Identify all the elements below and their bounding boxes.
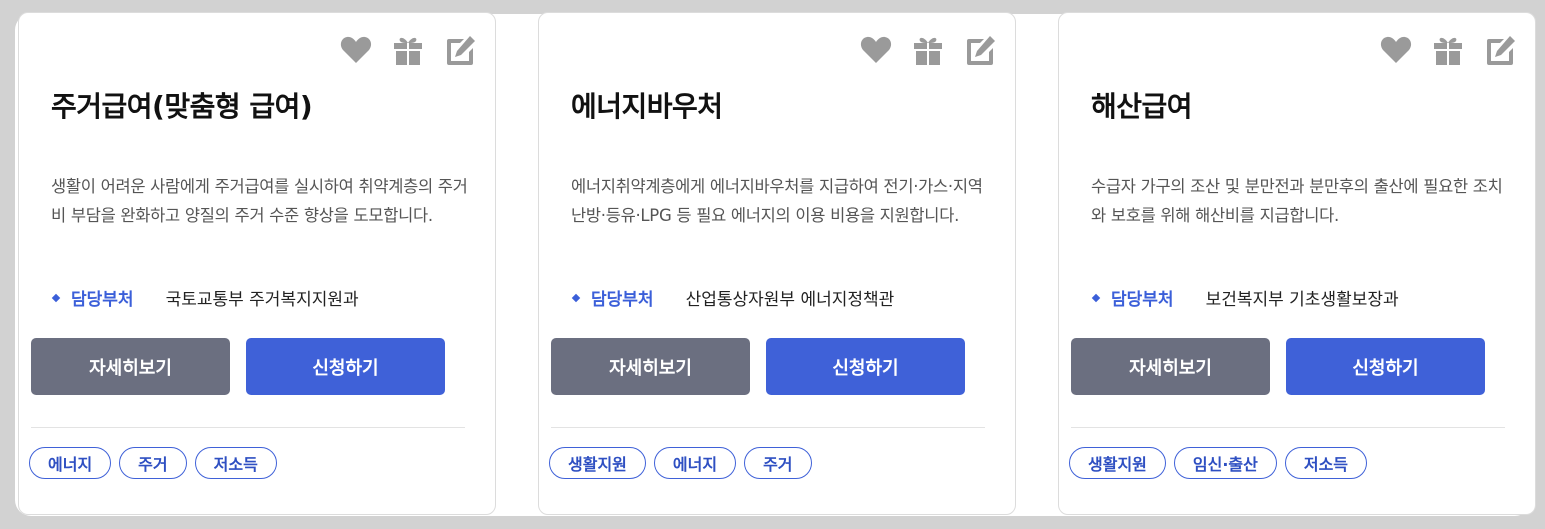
tag-chip[interactable]: 에너지: [29, 447, 112, 479]
bullet-icon: [571, 293, 581, 302]
edit-icon[interactable]: [963, 33, 997, 67]
heart-icon[interactable]: [859, 33, 893, 67]
tag-chip[interactable]: 생활지원: [549, 447, 646, 479]
card-description: 생활이 어려운 사람에게 주거급여를 실시하여 취약계층의 주거비 부담을 완화…: [51, 177, 468, 225]
benefit-card: 에너지바우처 에너지취약계층에게 에너지바우처를 지급하여 전기·가스·지역난방…: [538, 12, 1016, 515]
bullet-icon: [51, 293, 61, 302]
apply-button[interactable]: 신청하기: [766, 338, 965, 395]
card-title: 주거급여(맞춤형 급여): [51, 90, 313, 123]
department-label: 담당부처: [1111, 290, 1174, 310]
tag-list: 생활지원 임신·출산 저소득: [1069, 447, 1368, 479]
apply-button[interactable]: 신청하기: [246, 338, 445, 395]
edit-icon[interactable]: [443, 33, 477, 67]
tag-chip[interactable]: 임신·출산: [1173, 447, 1277, 479]
gift-icon[interactable]: [1431, 33, 1465, 67]
department-row: 담당부처 국토교통부 주거복지지원과: [51, 285, 359, 310]
heart-icon[interactable]: [339, 33, 373, 67]
tag-chip[interactable]: 저소득: [1284, 447, 1368, 479]
tag-chip[interactable]: 주거: [744, 447, 812, 479]
card-description: 에너지취약계층에게 에너지바우처를 지급하여 전기·가스·지역난방·등유·LPG…: [571, 177, 983, 225]
card-actions: [859, 33, 997, 67]
department-row: 담당부처 산업통상자원부 에너지정책관: [571, 285, 894, 310]
tag-list: 생활지원 에너지 주거: [549, 447, 812, 479]
department-value: 보건복지부 기초생활보장과: [1205, 290, 1399, 310]
card-title: 에너지바우처: [571, 90, 723, 123]
department-label: 담당부처: [591, 290, 654, 310]
tag-list: 에너지 주거 저소득: [29, 447, 277, 479]
bullet-icon: [1091, 293, 1101, 302]
benefit-card: 해산급여 수급자 가구의 조산 및 분만전과 분만후의 출산에 필요한 조치와 …: [1058, 12, 1536, 515]
tag-chip[interactable]: 저소득: [194, 447, 277, 479]
edit-icon[interactable]: [1483, 33, 1517, 67]
divider: [31, 427, 465, 428]
tag-chip[interactable]: 주거: [119, 447, 187, 479]
heart-icon[interactable]: [1379, 33, 1413, 67]
card-actions: [339, 33, 477, 67]
card-title: 해산급여: [1091, 90, 1193, 123]
card-description: 수급자 가구의 조산 및 분만전과 분만후의 출산에 필요한 조치와 보호를 위…: [1091, 177, 1503, 225]
view-details-button[interactable]: 자세히보기: [551, 338, 750, 395]
department-label: 담당부처: [71, 290, 134, 310]
view-details-button[interactable]: 자세히보기: [31, 338, 230, 395]
view-details-button[interactable]: 자세히보기: [1071, 338, 1270, 395]
tag-chip[interactable]: 에너지: [653, 447, 737, 479]
apply-button[interactable]: 신청하기: [1286, 338, 1485, 395]
department-row: 담당부처 보건복지부 기초생활보장과: [1091, 285, 1399, 310]
tag-chip[interactable]: 생활지원: [1069, 447, 1166, 479]
divider: [551, 427, 985, 428]
card-actions: [1379, 33, 1517, 67]
divider: [1071, 427, 1505, 428]
gift-icon[interactable]: [911, 33, 945, 67]
department-value: 국토교통부 주거복지지원과: [165, 290, 359, 310]
department-value: 산업통상자원부 에너지정책관: [685, 290, 895, 310]
gift-icon[interactable]: [391, 33, 425, 67]
benefit-card: 주거급여(맞춤형 급여) 생활이 어려운 사람에게 주거급여를 실시하여 취약계…: [18, 12, 496, 515]
